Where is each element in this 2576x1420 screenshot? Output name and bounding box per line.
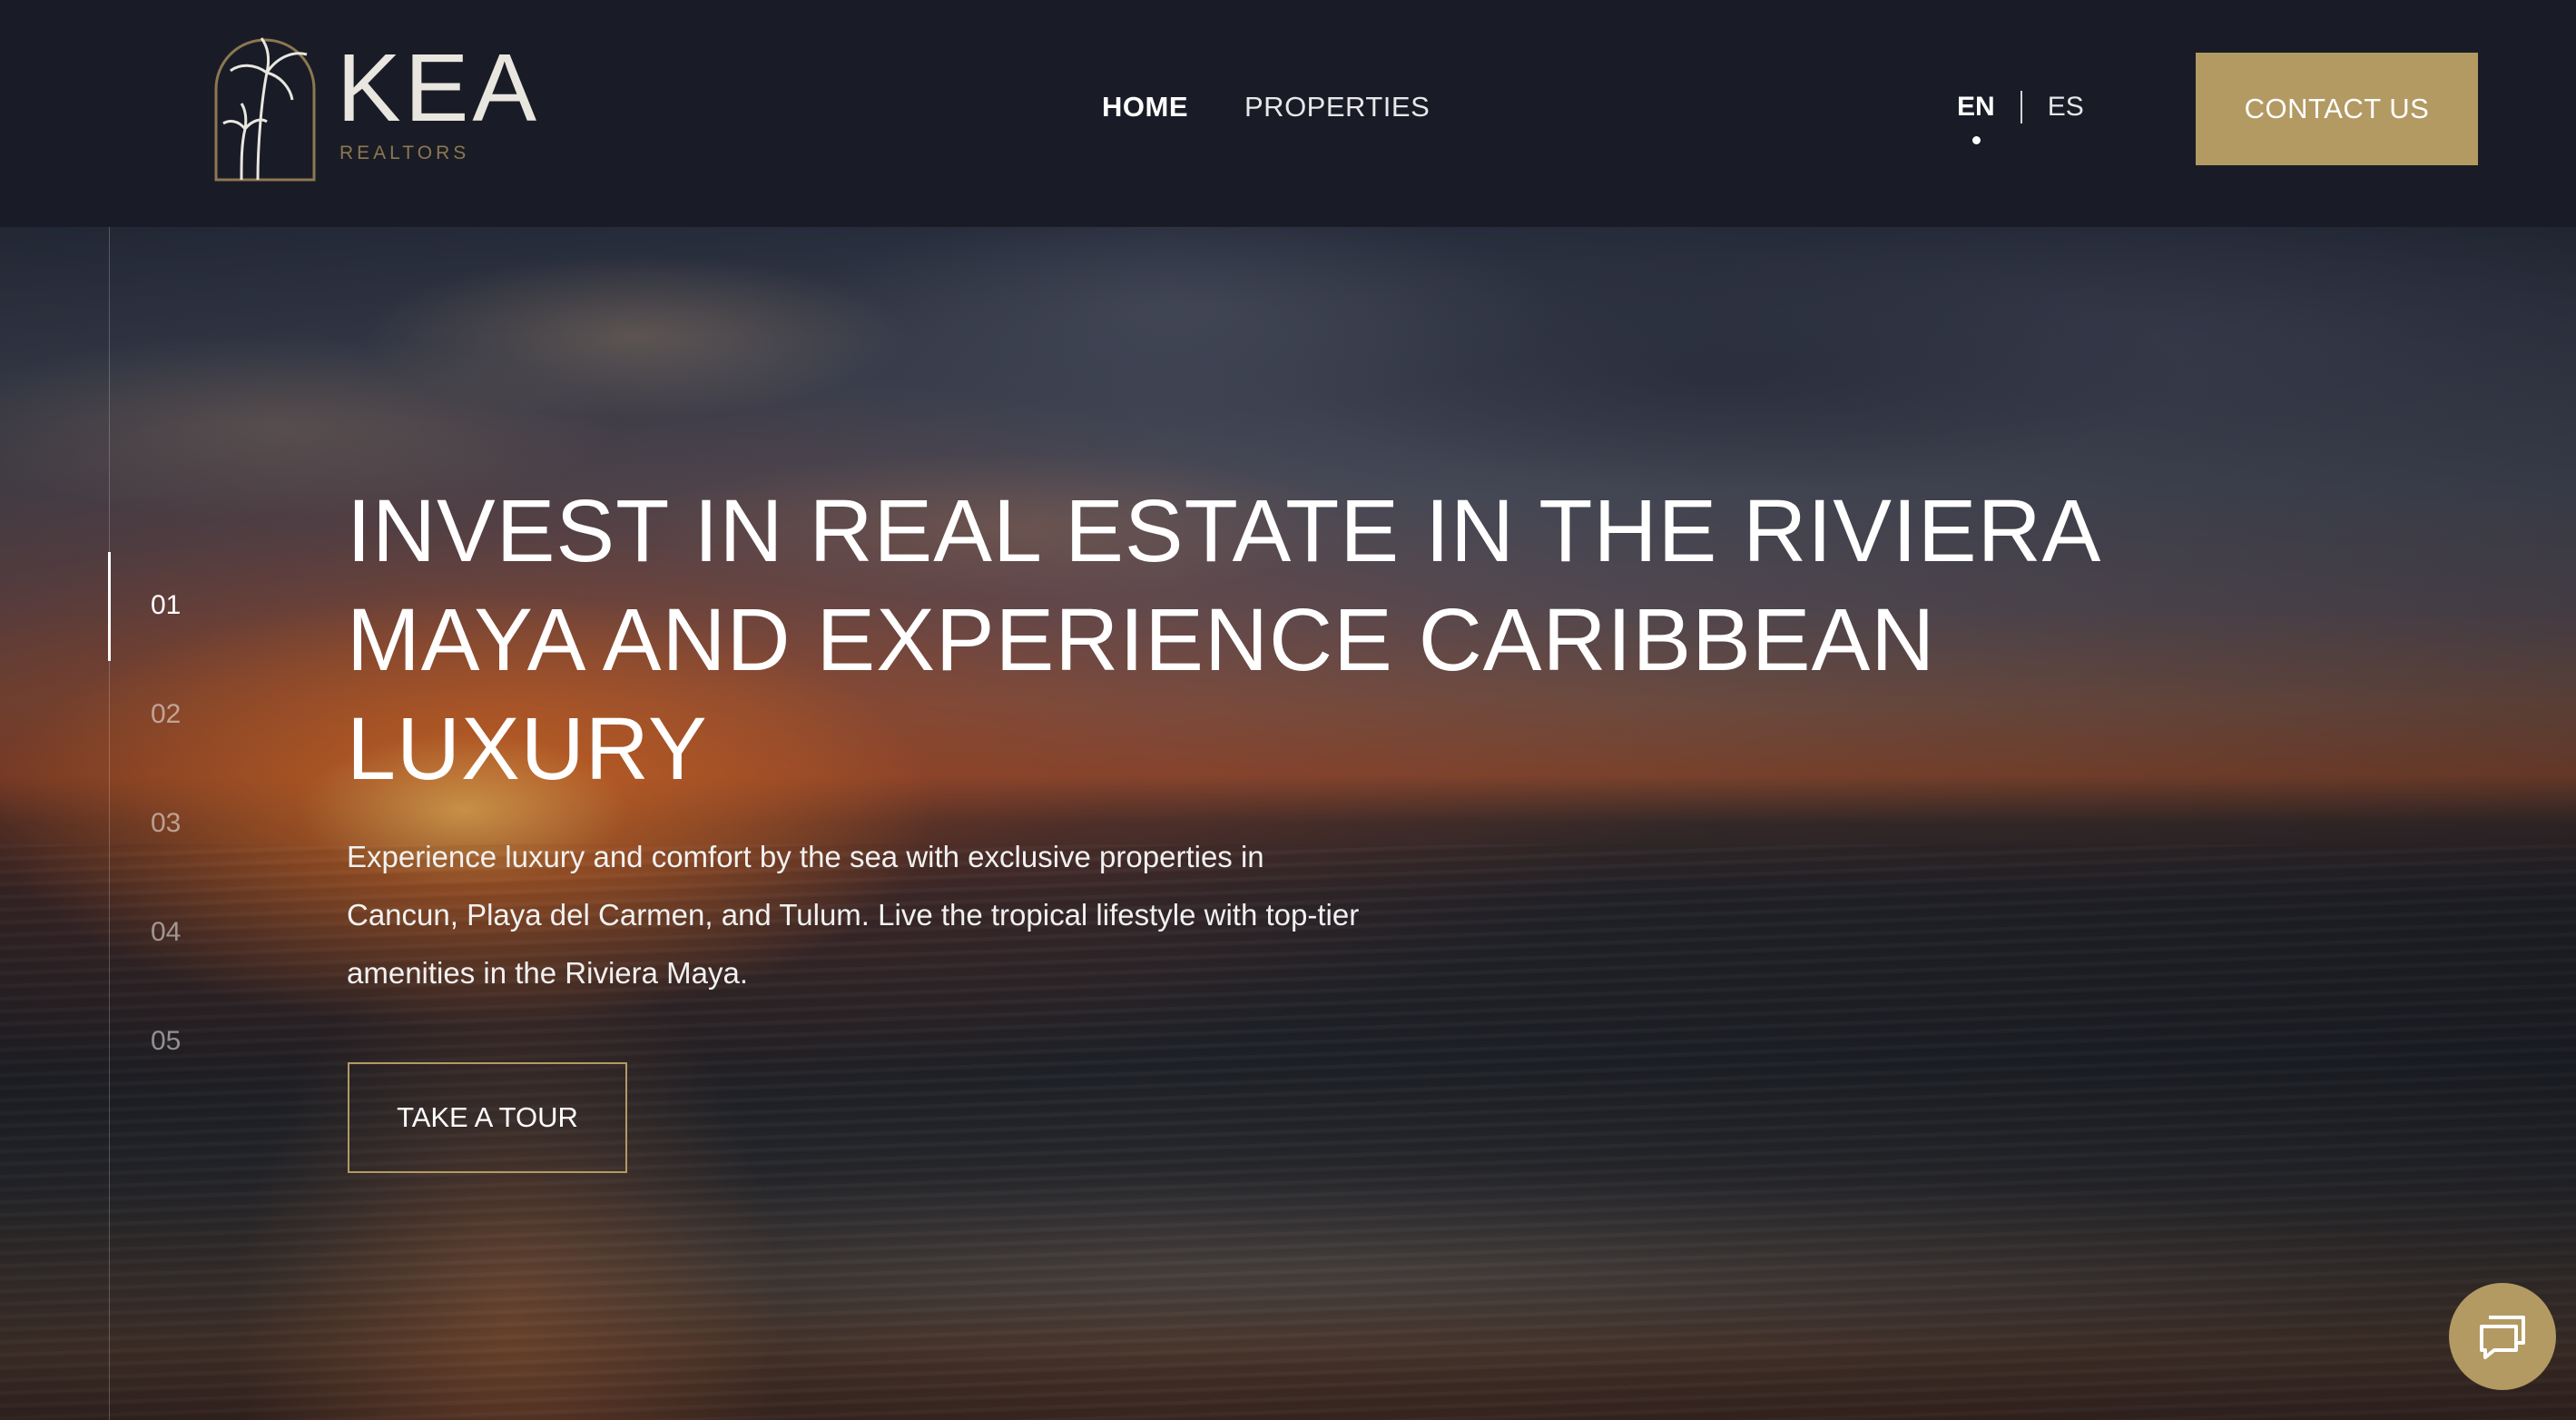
hero-description: Experience luxury and comfort by the sea… [347,840,1360,990]
slider-track [109,227,110,1420]
take-a-tour-button[interactable]: TAKE A TOUR [348,1062,627,1173]
main-nav: HOME PROPERTIES [1102,91,1430,123]
brand-logo[interactable]: KEA REALTORS [214,36,541,186]
chat-bubbles-icon [2480,1316,2525,1359]
chat-button[interactable] [2449,1283,2556,1390]
slide-number-2[interactable]: 02 [151,699,181,730]
nav-properties[interactable]: PROPERTIES [1244,91,1430,123]
hero-section: 01 02 03 04 05 INVEST IN REAL ESTATE IN … [0,227,2576,1420]
slide-number-4[interactable]: 04 [151,917,181,948]
lang-es[interactable]: ES [2048,92,2084,123]
palm-arch-logo-icon [214,37,316,182]
hero-title: INVEST IN REAL ESTATE IN THE RIVIERA MAY… [347,481,2097,798]
hero-overlay [0,227,2576,1420]
slide-number-1[interactable]: 01 [151,590,181,621]
nav-home[interactable]: HOME [1102,91,1188,123]
lang-en-label: EN [1957,92,1995,122]
active-language-dot [1971,136,1981,144]
slide-number-3[interactable]: 03 [151,808,181,839]
brand-name: KEA [337,35,541,142]
slider-active-indicator [108,552,111,661]
contact-us-button[interactable]: CONTACT US [2196,53,2478,165]
lang-en[interactable]: EN [1957,92,1995,144]
slide-number-5[interactable]: 05 [151,1026,181,1057]
language-divider [2020,91,2022,123]
brand-subtitle: REALTORS [339,143,470,163]
site-header: KEA REALTORS HOME PROPERTIES EN ES CONTA… [0,0,2576,227]
language-switcher: EN ES [1957,91,2084,144]
